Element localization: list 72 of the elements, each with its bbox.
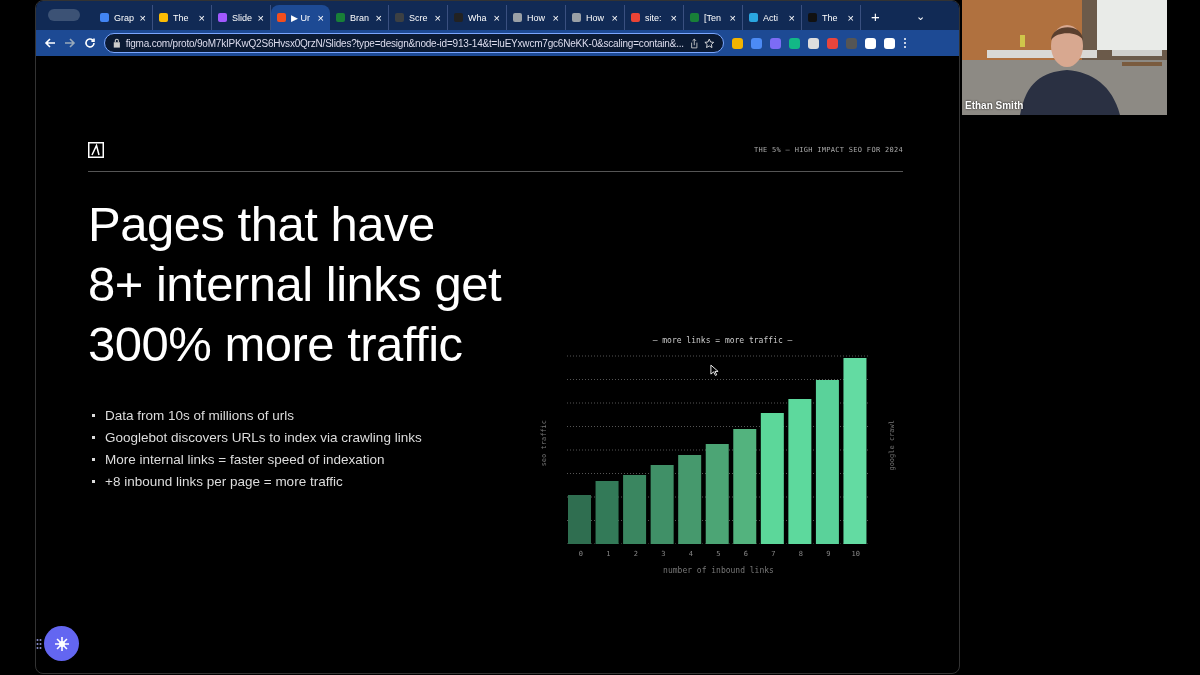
extension-icon[interactable]	[865, 37, 876, 49]
close-icon[interactable]: ×	[434, 11, 441, 24]
logo-icon	[88, 142, 104, 158]
participant-name: Ethan Smith	[965, 100, 1024, 111]
forward-icon[interactable]	[64, 37, 76, 49]
favicon-icon	[277, 13, 286, 22]
favicon-icon	[631, 13, 640, 22]
chart-title: — more links = more traffic —	[652, 336, 793, 345]
tab-title: [Ten	[704, 12, 722, 23]
url-text: figma.com/proto/9oM7kIPKwQ2S6Hvsx0QrzN/Slides?type=design&node-id=913-14&t=luEYxwcm7gc6NeKK-0&scaling=contain&...	[125, 37, 684, 49]
favicon-icon	[572, 13, 581, 22]
address-bar[interactable]: figma.com/proto/9oM7kIPKwQ2S6Hvsx0QrzN/Slides?type=design&node-id=913-14&t=luEYxwcm7gc6NeKK-0&scaling=contain&...	[104, 33, 724, 53]
favicon-icon	[513, 13, 522, 22]
tab-title: How	[586, 12, 605, 23]
tab-title: ▶ Ur	[291, 12, 311, 23]
tab-title: Slide	[232, 12, 253, 23]
close-icon[interactable]: ×	[257, 11, 264, 24]
close-icon[interactable]: ×	[139, 11, 146, 24]
close-icon[interactable]: ×	[198, 11, 205, 24]
assistant-button[interactable]	[44, 626, 79, 661]
favicon-icon	[749, 13, 758, 22]
tab-title: The	[822, 12, 839, 23]
bullet-text: Data from 10s of millions of urls	[105, 407, 295, 423]
bullet-text: +8 inbound links per page = more traffic	[105, 473, 343, 489]
tab-title: Acti	[763, 12, 779, 23]
tab-title: Wha	[468, 12, 488, 23]
share-icon[interactable]	[688, 37, 700, 49]
favicon-icon	[808, 13, 817, 22]
close-icon[interactable]: ×	[847, 11, 854, 24]
close-icon[interactable]: ×	[317, 11, 324, 24]
tab-title: Scre	[409, 12, 429, 23]
favicon-icon	[159, 13, 168, 22]
extension-icon[interactable]	[808, 37, 819, 49]
more-icon[interactable]	[903, 37, 907, 49]
bullet-text: Googlebot discovers URLs to index via crawling links	[105, 429, 422, 445]
lock-icon	[113, 38, 121, 48]
browser-tab[interactable]: ▶ Ur ×	[271, 5, 330, 30]
favicon-icon	[454, 13, 463, 22]
back-icon[interactable]	[44, 37, 56, 49]
favicon-icon	[100, 13, 109, 22]
bookmark-star-icon[interactable]	[704, 37, 715, 49]
favicon-icon	[395, 13, 404, 22]
slide-title: Pages that have 8+ internal links get 300% more traffic	[88, 196, 502, 373]
tab-title: How	[527, 12, 546, 23]
close-icon[interactable]: ×	[729, 11, 736, 24]
tab-title: Bran	[350, 12, 370, 23]
extension-icon[interactable]	[732, 37, 743, 49]
close-icon[interactable]: ×	[552, 11, 559, 24]
bar	[568, 495, 591, 544]
axis-label: number of inbound links	[663, 566, 774, 575]
favicon-icon	[690, 13, 699, 22]
close-icon[interactable]: ×	[788, 11, 795, 24]
tab-list-button[interactable]: ⌄	[915, 10, 925, 23]
window-switcher-button[interactable]	[48, 9, 80, 21]
extension-icon[interactable]	[884, 37, 895, 49]
close-icon[interactable]: ×	[670, 11, 677, 24]
reload-icon[interactable]	[84, 37, 96, 49]
sparkle-icon	[53, 635, 70, 652]
favicon-icon	[336, 13, 345, 22]
mouse-cursor-icon	[710, 364, 719, 377]
bar	[595, 481, 619, 544]
bullet-text: More internal links = faster speed of indexation	[105, 451, 385, 467]
tab-title: The	[173, 12, 190, 23]
tab-title: site:	[645, 12, 663, 23]
drag-handle-icon[interactable]	[36, 637, 42, 650]
tab-title: Grap	[114, 12, 135, 23]
close-icon[interactable]: ×	[375, 11, 382, 24]
favicon-icon	[218, 13, 227, 22]
new-tab-button[interactable]: +	[871, 8, 880, 25]
close-icon[interactable]: ×	[493, 11, 500, 24]
bar	[623, 475, 647, 544]
close-icon[interactable]: ×	[611, 11, 618, 24]
